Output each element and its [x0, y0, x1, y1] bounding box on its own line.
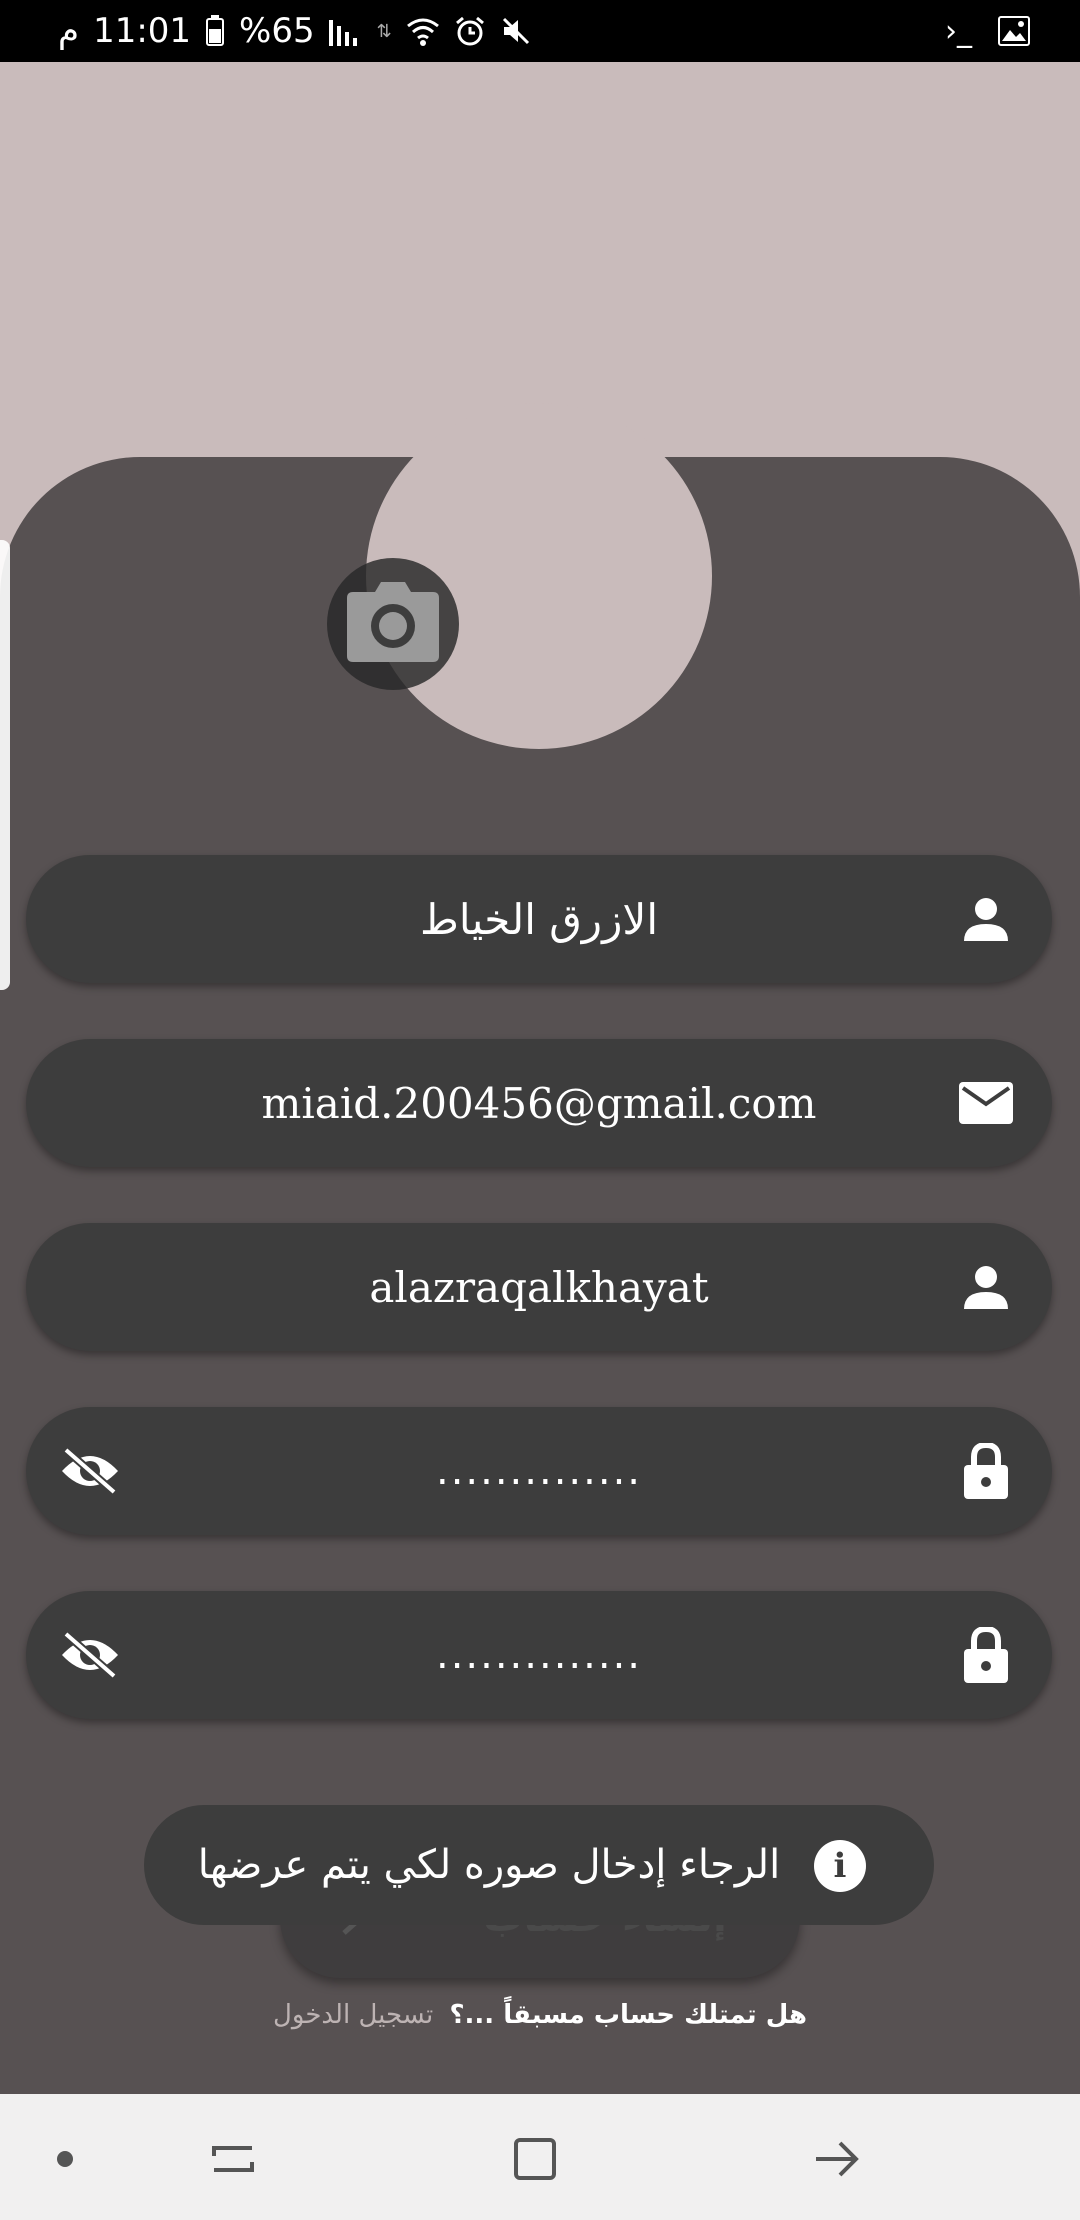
confirm-password-value[interactable]: .............. — [176, 1591, 902, 1719]
back-button[interactable] — [802, 2124, 872, 2194]
password-value[interactable]: .............. — [176, 1407, 902, 1535]
mute-icon — [500, 15, 532, 47]
signal-icon — [328, 16, 363, 46]
full-name-field[interactable]: الازرق الخياط — [26, 855, 1052, 983]
time-period: م — [58, 11, 80, 51]
status-bar: م 11:01 %65 ⇅ ›_ — [0, 0, 1080, 62]
username-value[interactable]: alazraqalkhayat — [176, 1223, 902, 1351]
header-background — [0, 62, 1080, 462]
status-time: 11:01 — [93, 11, 192, 51]
full-name-value[interactable]: الازرق الخياط — [176, 855, 902, 983]
data-icon: ⇅ — [376, 20, 392, 42]
visibility-off-icon[interactable] — [56, 1437, 124, 1505]
email-field[interactable]: miaid.200456@gmail.com — [26, 1039, 1052, 1167]
password-field[interactable]: .............. — [26, 1407, 1052, 1535]
lock-icon — [954, 1439, 1018, 1503]
edge-panel-handle[interactable] — [0, 540, 10, 990]
camera-icon — [345, 582, 441, 666]
confirm-password-field[interactable]: .............. — [26, 1591, 1052, 1719]
person-icon — [954, 887, 1018, 951]
person-icon — [954, 1255, 1018, 1319]
wifi-icon — [406, 16, 440, 46]
home-button[interactable] — [500, 2124, 570, 2194]
visibility-off-icon[interactable] — [56, 1621, 124, 1689]
navigation-bar — [0, 2094, 1080, 2220]
lock-icon — [954, 1623, 1018, 1687]
mail-icon — [954, 1071, 1018, 1135]
recent-apps-button[interactable] — [198, 2124, 268, 2194]
gallery-icon — [998, 16, 1030, 46]
battery-icon — [205, 15, 225, 47]
login-link[interactable]: تسجيل الدخول — [273, 2000, 433, 2030]
dot-icon[interactable] — [30, 2124, 100, 2194]
login-question: هل تمتلك حساب مسبقاً ...؟ — [449, 2000, 807, 2030]
battery-percent: %65 — [239, 11, 315, 51]
alarm-icon — [454, 15, 486, 47]
email-value[interactable]: miaid.200456@gmail.com — [176, 1039, 902, 1167]
camera-button[interactable] — [327, 558, 459, 690]
toast-text: الرجاء إدخال صوره لكي يتم عرضها — [197, 1842, 781, 1888]
info-icon: i — [814, 1840, 866, 1892]
terminal-icon: ›_ — [945, 13, 972, 49]
toast-message: الرجاء إدخال صوره لكي يتم عرضها i — [144, 1805, 934, 1925]
login-prompt: هل تمتلك حساب مسبقاً ...؟ تسجيل الدخول — [0, 2000, 1080, 2030]
username-field[interactable]: alazraqalkhayat — [26, 1223, 1052, 1351]
